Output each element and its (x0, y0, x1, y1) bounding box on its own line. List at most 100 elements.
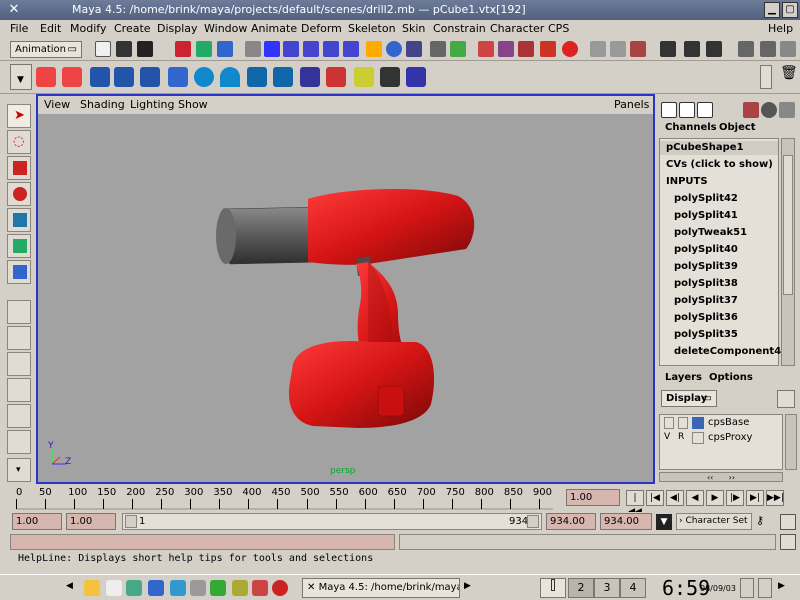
select-tool-icon[interactable]: ➤ (7, 104, 31, 128)
layer-editor-icon[interactable] (679, 102, 695, 118)
move-tool-icon[interactable] (7, 156, 31, 180)
select-by-name-icon[interactable] (630, 41, 646, 57)
rotate-tool-icon[interactable] (7, 182, 31, 206)
title-bar[interactable]: ✕ Maya 4.5: /home/brink/maya/projects/de… (0, 0, 800, 20)
shape-name[interactable]: pCubeShape1 (666, 142, 744, 153)
paint-app-icon[interactable] (232, 580, 248, 596)
range-slider[interactable]: 1 934 (122, 513, 542, 530)
input-node[interactable]: deleteComponent48 (674, 346, 788, 357)
range-end-handle[interactable] (527, 515, 539, 528)
step-back-frame-button[interactable]: ◀| (666, 490, 684, 506)
curve-cv-icon[interactable] (36, 67, 56, 87)
kde-menu-icon[interactable] (84, 580, 100, 596)
menu-create[interactable]: Create (114, 22, 151, 35)
joint-tool-icon[interactable] (300, 67, 320, 87)
ik-handle-icon[interactable] (326, 67, 346, 87)
viewport-menu-show[interactable]: Show (178, 98, 208, 111)
input-node[interactable]: polySplit36 (674, 312, 738, 323)
menu-skin[interactable]: Skin (402, 22, 425, 35)
start-time-field[interactable]: 1.00 (12, 513, 62, 530)
show-attribute-editor-icon[interactable] (660, 41, 676, 57)
display-combo[interactable]: Display ▭ (661, 390, 717, 407)
outliner-toggle-icon[interactable] (779, 102, 795, 118)
go-to-start-button[interactable]: |◀◀ (626, 490, 644, 517)
menu-display[interactable]: Display (157, 22, 198, 35)
script-editor-icon[interactable] (780, 534, 796, 550)
snap-view-icon[interactable] (323, 41, 339, 57)
browser-icon[interactable] (148, 580, 164, 596)
select-component-icon[interactable] (217, 41, 233, 57)
viewport-menu-panels[interactable]: Panels (614, 98, 649, 111)
snap-point-icon[interactable] (303, 41, 319, 57)
menu-window[interactable]: Window (204, 22, 247, 35)
menu-set-selector[interactable]: Animation ▭ (10, 41, 82, 58)
step-back-key-button[interactable]: |◀ (646, 490, 664, 506)
layout-options-icon[interactable]: ▾ (7, 458, 31, 482)
menu-file[interactable]: File (10, 22, 28, 35)
character-set-menu-icon[interactable]: ▼ (656, 514, 672, 530)
snap-live-icon[interactable] (343, 41, 359, 57)
revolve-icon[interactable] (90, 67, 110, 87)
select-hierarchy-icon[interactable] (175, 41, 191, 57)
last-tool-icon[interactable] (7, 260, 31, 284)
lock-icon[interactable] (430, 41, 446, 57)
render-icon[interactable] (386, 41, 402, 57)
input-node[interactable]: polySplit42 (674, 193, 738, 204)
single-perspective-layout-icon[interactable] (7, 300, 31, 324)
desktop-3[interactable]: 3 (594, 578, 620, 598)
cone-icon[interactable] (220, 67, 240, 87)
layer-visibility[interactable] (664, 417, 674, 429)
save-scene-icon[interactable] (137, 41, 153, 57)
input-node[interactable]: polySplit41 (674, 210, 738, 221)
tray-icon[interactable] (740, 578, 754, 598)
taskbar-hide-icon[interactable]: ▶ (778, 581, 785, 591)
graph-layout-icon[interactable] (7, 378, 31, 402)
minimize-button[interactable]: ▁ (764, 2, 780, 18)
layer-hscroll[interactable]: ‹‹ ›› (659, 472, 783, 482)
layer-row[interactable]: V R cpsProxy (662, 432, 782, 446)
maximize-button[interactable]: ▢ (782, 2, 798, 18)
new-scene-icon[interactable] (95, 41, 111, 57)
settings-icon[interactable] (190, 580, 206, 596)
show-tool-settings-icon[interactable] (684, 41, 700, 57)
sphere-icon[interactable] (194, 67, 214, 87)
hypergraph-layout-icon[interactable] (7, 404, 31, 428)
taskbar-task-maya[interactable]: ✕ Maya 4.5: /home/brink/maya (302, 578, 460, 598)
terminal-icon[interactable] (106, 580, 122, 596)
loft-icon[interactable] (114, 67, 134, 87)
render-view-icon[interactable] (478, 41, 494, 57)
desktop-1[interactable] (540, 578, 566, 598)
menu-deform[interactable]: Deform (301, 22, 342, 35)
range-start-handle[interactable] (125, 515, 137, 528)
play-backwards-button[interactable]: ◀ (686, 490, 704, 506)
menu-edit[interactable]: Edit (40, 22, 61, 35)
ipr-icon[interactable] (450, 41, 466, 57)
channel-box-icon[interactable] (661, 102, 677, 118)
menu-skeleton[interactable]: Skeleton (348, 22, 396, 35)
layer-color[interactable] (692, 432, 704, 444)
show-channel-box-icon[interactable] (706, 41, 722, 57)
menu-modify[interactable]: Modify (70, 22, 106, 35)
channels-tab[interactable]: Channels (665, 122, 717, 133)
extrude-icon[interactable] (140, 67, 160, 87)
object-tab[interactable]: Object (719, 122, 756, 133)
scale-tool-icon[interactable] (7, 208, 31, 232)
input-node[interactable]: polySplit37 (674, 295, 738, 306)
home-icon[interactable] (126, 580, 142, 596)
manipulator-tool-icon[interactable] (7, 234, 31, 258)
options-menu[interactable]: Options (709, 372, 753, 383)
snap-grid-icon[interactable] (264, 41, 280, 57)
layer-reference[interactable]: R (678, 432, 688, 444)
auto-key-icon[interactable]: ⚷ (756, 514, 764, 527)
viewport-menu-shading[interactable]: Shading (80, 98, 125, 111)
tool-settings-icon[interactable] (761, 102, 777, 118)
end-time-field[interactable]: 934.00 (600, 513, 652, 530)
taskbar-arrow-icon[interactable]: ◀ (66, 581, 73, 591)
house-icon[interactable] (170, 580, 186, 596)
play-forwards-button[interactable]: ▶ (706, 490, 724, 506)
office-icon[interactable] (252, 580, 268, 596)
new-layer-icon[interactable] (777, 390, 795, 408)
snap-icon[interactable] (245, 41, 261, 57)
cvs-toggle[interactable]: CVs (click to show) (666, 159, 773, 170)
layout-three-icon[interactable] (780, 41, 796, 57)
